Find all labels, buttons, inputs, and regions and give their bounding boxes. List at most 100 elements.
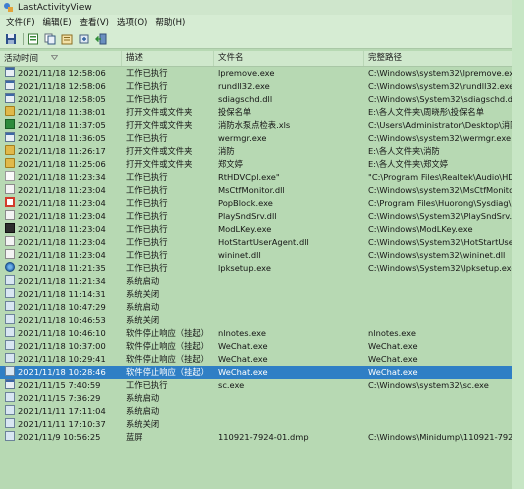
table-row[interactable]: 2021/11/18 10:37:00 软件停止响应（挂起） WeChat.exe W…: [0, 340, 512, 353]
menu-file[interactable]: 文件(F): [0, 16, 39, 28]
cell-path: C:\Windows\System32\sdiagschd.dll: [368, 93, 512, 106]
cell-path: C:\Users\Administrator\Desktop\消防: [368, 119, 512, 132]
cell-text-desc: 工作已执行: [126, 224, 168, 234]
table-row[interactable]: 2021/11/18 11:23:04 工作已执行 MsCtfMonitor.dll…: [0, 184, 512, 197]
table-row[interactable]: 2021/11/18 11:23:04 工作已执行 wininet.dll C:\Wi…: [0, 249, 512, 262]
table-row[interactable]: 2021/11/9 10:56:25 蓝屏 110921-7924-01.dmp C:…: [0, 431, 512, 444]
folder-icon: [5, 145, 15, 155]
column-header-desc[interactable]: 描述: [122, 51, 214, 66]
cell-path: C:\Windows\system32\wermgr.exe: [368, 132, 512, 145]
cell-time: 2021/11/11 17:11:04: [5, 405, 123, 418]
cell-text-desc: 系统关闭: [126, 315, 160, 325]
exit-icon[interactable]: [94, 32, 108, 46]
cell-text-desc: 工作已执行: [126, 380, 168, 390]
cell-text-desc: 系统启动: [126, 276, 160, 286]
table-row[interactable]: 2021/11/18 11:23:34 工作已执行 RtHDVCpl.exe" "C:…: [0, 171, 512, 184]
cell-text-time: 2021/11/15 7:36:29: [18, 393, 101, 403]
cell-path: "C:\Program Files\Realtek\Audio\HDA: [368, 171, 512, 184]
cell-text-file: sc.exe: [218, 380, 245, 390]
column-label-time: 活动时间: [4, 54, 39, 64]
cell-path: C:\Windows\system32\wininet.dll: [368, 249, 512, 262]
table-row[interactable]: 2021/11/18 10:46:53 系统关闭: [0, 314, 512, 327]
cell-time: 2021/11/18 12:58:06: [5, 80, 123, 93]
column-label-file: 文件名: [218, 53, 244, 63]
table-row[interactable]: 2021/11/18 11:23:04 工作已执行 PopBlock.exe C:\P…: [0, 197, 512, 210]
cell-desc: 工作已执行: [126, 67, 214, 80]
cell-text-path: nlnotes.exe: [368, 328, 416, 338]
column-header-file[interactable]: 文件名: [214, 51, 364, 66]
cell-text-path: WeChat.exe: [368, 367, 418, 377]
cell-file: [218, 301, 365, 314]
cell-time: 2021/11/18 11:23:04: [5, 249, 123, 262]
column-header-time[interactable]: 活动时间: [0, 51, 122, 66]
cell-file: WeChat.exe: [218, 353, 365, 366]
cell-time: 2021/11/18 11:36:05: [5, 132, 123, 145]
table-row[interactable]: 2021/11/18 10:29:41 软件停止响应（挂起） WeChat.exe W…: [0, 353, 512, 366]
cell-time: 2021/11/18 11:23:04: [5, 197, 123, 210]
system-event-icon: [5, 418, 15, 428]
cell-path: C:\Windows\system32\MsCtfMonitor: [368, 184, 512, 197]
cell-file: [218, 275, 365, 288]
cell-text-path: C:\Windows\System32\PlaySndSrv.dl: [368, 211, 512, 221]
cell-text-desc: 打开文件或文件夹: [126, 120, 193, 130]
table-row[interactable]: 2021/11/18 11:37:05 打开文件或文件夹 消防水泵点检表.xls C:…: [0, 119, 512, 132]
menu-edit[interactable]: 编辑(E): [39, 16, 76, 28]
cell-text-time: 2021/11/18 12:58:06: [18, 81, 106, 91]
cell-text-path: C:\Windows\System32\HotStartUser: [368, 237, 512, 247]
cell-text-desc: 工作已执行: [126, 185, 168, 195]
cell-time: 2021/11/15 7:36:29: [5, 392, 123, 405]
table-row[interactable]: 2021/11/11 17:10:37 系统关闭: [0, 418, 512, 431]
html-report-icon[interactable]: [26, 32, 40, 46]
cell-desc: 工作已执行: [126, 197, 214, 210]
table-row[interactable]: 2021/11/18 11:38:01 打开文件或文件夹 投保名单 E:\各人文件夹\…: [0, 106, 512, 119]
cell-file: lpksetup.exe: [218, 262, 365, 275]
cell-time: 2021/11/18 10:46:10: [5, 327, 123, 340]
table-row[interactable]: 2021/11/18 11:21:35 工作已执行 lpksetup.exe C:\W…: [0, 262, 512, 275]
table-row[interactable]: 2021/11/18 12:58:06 工作已执行 lpremove.exe C:\W…: [0, 67, 512, 80]
cell-desc: 系统启动: [126, 275, 214, 288]
cell-file: HotStartUserAgent.dll: [218, 236, 365, 249]
table-row[interactable]: 2021/11/15 7:36:29 系统启动: [0, 392, 512, 405]
table-row[interactable]: 2021/11/18 11:23:04 工作已执行 HotStartUserAgen…: [0, 236, 512, 249]
table-row[interactable]: 2021/11/15 7:40:59 工作已执行 sc.exe C:\Windows\…: [0, 379, 512, 392]
cell-path: nlnotes.exe: [368, 327, 512, 340]
background-edge: [512, 0, 524, 489]
properties-icon[interactable]: [60, 32, 74, 46]
table-row[interactable]: 2021/11/18 11:23:04 工作已执行 ModLKey.exe C:\Wi…: [0, 223, 512, 236]
cell-file: RtHDVCpl.exe": [218, 171, 365, 184]
column-header-path[interactable]: 完整路径: [364, 51, 512, 66]
cell-text-time: 2021/11/18 11:23:04: [18, 211, 106, 221]
table-row[interactable]: 2021/11/18 12:58:05 工作已执行 sdiagschd.dll C:\…: [0, 93, 512, 106]
table-row[interactable]: 2021/11/18 11:21:34 系统启动: [0, 275, 512, 288]
menu-options[interactable]: 选项(O): [113, 16, 151, 28]
cell-text-desc: 打开文件或文件夹: [126, 159, 193, 169]
cell-text-time: 2021/11/9 10:56:25: [18, 432, 101, 442]
table-row[interactable]: 2021/11/18 11:26:17 打开文件或文件夹 消防 E:\各人文件夹\消防: [0, 145, 512, 158]
table-row[interactable]: 2021/11/18 11:25:06 打开文件或文件夹 郑文婷 E:\各人文件夹\郑…: [0, 158, 512, 171]
save-icon[interactable]: [4, 32, 18, 46]
table-row[interactable]: 2021/11/18 12:58:06 工作已执行 rundll32.exe C:\W…: [0, 80, 512, 93]
cell-text-file: PopBlock.exe: [218, 198, 273, 208]
cell-text-path: C:\Program Files\Huorong\Sysdiag\: [368, 198, 512, 208]
cell-time: 2021/11/18 11:14:31: [5, 288, 123, 301]
table-row[interactable]: 2021/11/18 11:14:31 系统关闭: [0, 288, 512, 301]
dll-file-icon: [5, 184, 15, 194]
table-row[interactable]: 2021/11/11 17:11:04 系统启动: [0, 405, 512, 418]
menu-view[interactable]: 查看(V): [76, 16, 113, 28]
sort-descending-icon: [50, 51, 59, 66]
cell-path: C:\Windows\Minidump\110921-7924: [368, 431, 512, 444]
cell-file: WeChat.exe: [218, 340, 365, 353]
table-row[interactable]: 2021/11/18 11:36:05 工作已执行 wermgr.exe C:\Win…: [0, 132, 512, 145]
copy-icon[interactable]: [43, 32, 57, 46]
table-row[interactable]: 2021/11/18 10:28:46 软件停止响应（挂起） WeChat.exe W…: [0, 366, 512, 379]
table-row[interactable]: 2021/11/18 10:47:29 系统启动: [0, 301, 512, 314]
cell-file: [218, 405, 365, 418]
cell-time: 2021/11/18 10:46:53: [5, 314, 123, 327]
cell-text-path: E:\各人文件夹\周晓彤\投保名单: [368, 107, 484, 117]
refresh-icon[interactable]: [77, 32, 91, 46]
table-row[interactable]: 2021/11/18 11:23:04 工作已执行 PlaySndSrv.dll C:…: [0, 210, 512, 223]
menu-help[interactable]: 帮助(H): [151, 16, 189, 28]
table-row[interactable]: 2021/11/18 10:46:10 软件停止响应（挂起） nlnotes.exe…: [0, 327, 512, 340]
cell-text-file: RtHDVCpl.exe": [218, 172, 280, 182]
cell-file: WeChat.exe: [218, 366, 365, 379]
